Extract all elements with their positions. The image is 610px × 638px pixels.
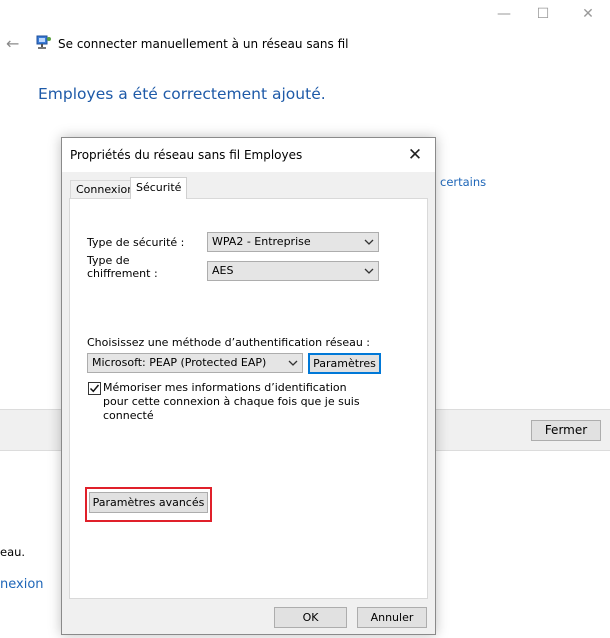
chevron-down-icon bbox=[364, 239, 374, 245]
encryption-type-select[interactable]: AES bbox=[207, 261, 379, 281]
encryption-type-value: AES bbox=[212, 264, 234, 277]
encryption-label-line2: chiffrement : bbox=[87, 267, 158, 280]
ok-button[interactable]: OK bbox=[274, 607, 347, 628]
remember-credentials-checkbox[interactable] bbox=[88, 382, 101, 395]
auth-method-select[interactable]: Microsoft: PEAP (Protected EAP) bbox=[87, 353, 303, 373]
checkmark-icon bbox=[89, 384, 100, 393]
tab-securite[interactable]: Sécurité bbox=[130, 177, 188, 199]
close-icon[interactable]: ✕ bbox=[578, 4, 598, 24]
success-message: Employes a été correctement ajouté. bbox=[38, 85, 326, 103]
security-type-label: Type de sécurité : bbox=[87, 236, 185, 249]
chevron-down-icon bbox=[288, 360, 298, 366]
cancel-button[interactable]: Annuler bbox=[357, 607, 427, 628]
auth-method-label: Choisissez une méthode d’authentificatio… bbox=[87, 336, 371, 349]
advanced-settings-button[interactable]: Paramètres avancés bbox=[89, 492, 208, 513]
partial-link[interactable]: nexion bbox=[0, 577, 44, 592]
security-type-select[interactable]: WPA2 - Entreprise bbox=[207, 232, 379, 252]
back-arrow-icon[interactable]: ← bbox=[6, 34, 19, 53]
certificate-link[interactable]: certains bbox=[440, 175, 486, 189]
minimize-icon[interactable]: — bbox=[494, 4, 514, 24]
chevron-down-icon bbox=[364, 268, 374, 274]
encryption-label-line1: Type de bbox=[87, 254, 130, 267]
close-button[interactable]: Fermer bbox=[531, 420, 601, 441]
wizard-title: Se connecter manuellement à un réseau sa… bbox=[58, 37, 349, 51]
auth-settings-button[interactable]: Paramètres bbox=[308, 353, 381, 374]
dialog-titlebar: Propriétés du réseau sans fil Employes ✕ bbox=[62, 138, 435, 172]
dialog-title: Propriétés du réseau sans fil Employes bbox=[70, 148, 303, 162]
auth-method-value: Microsoft: PEAP (Protected EAP) bbox=[92, 356, 267, 369]
wireless-properties-dialog: Propriétés du réseau sans fil Employes ✕… bbox=[61, 137, 436, 635]
close-icon[interactable]: ✕ bbox=[403, 143, 427, 167]
maximize-icon[interactable]: ☐ bbox=[533, 4, 553, 24]
security-tab-panel: Type de sécurité : WPA2 - Entreprise Typ… bbox=[69, 198, 428, 599]
partial-text: eau. bbox=[0, 545, 26, 559]
security-type-value: WPA2 - Entreprise bbox=[212, 235, 311, 248]
remember-credentials-label: Mémoriser mes informations d’identificat… bbox=[103, 381, 360, 422]
network-icon bbox=[36, 35, 51, 49]
